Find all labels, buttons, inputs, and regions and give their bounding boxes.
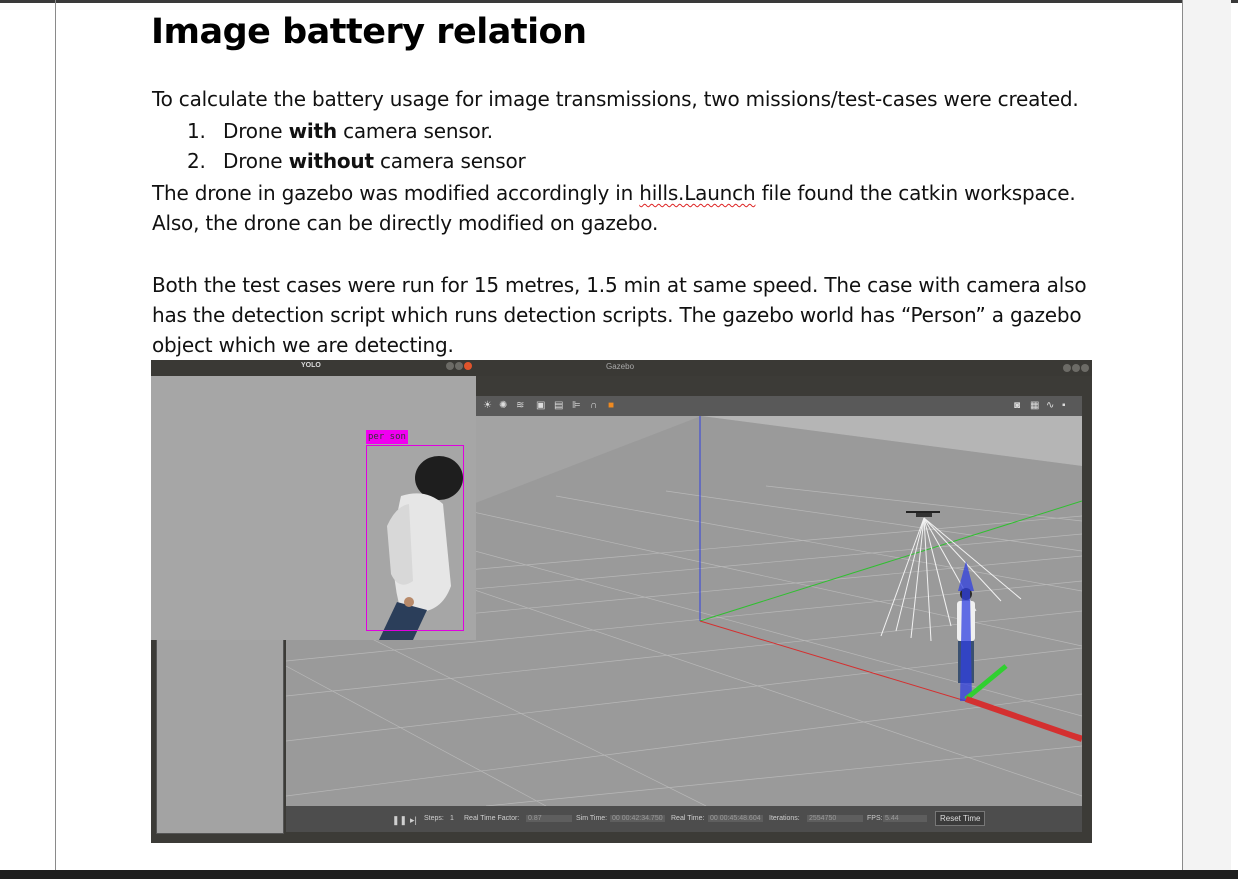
bottom-taskbar-edge [0, 870, 1238, 879]
list-text: Drone [223, 149, 289, 173]
rtf-label: Real Time Factor: [464, 815, 520, 822]
align-icon: ⊫ [572, 400, 581, 411]
paste-icon: ▤ [554, 400, 564, 411]
camera-icon: ◙ [1014, 400, 1021, 411]
page-left-border [55, 0, 56, 870]
paragraph-text: file found the catkin workspace. [755, 181, 1076, 205]
rtf-value: 0.87 [526, 815, 572, 822]
yolo-titlebar: YOLO [151, 360, 476, 376]
plot-icon: ∿ [1046, 400, 1055, 411]
real-time-label: Real Time: [671, 815, 705, 822]
steps-value[interactable]: 1 [450, 815, 454, 822]
section-heading: Image battery relation [151, 12, 587, 52]
copy-icon: ▣ [536, 400, 546, 411]
paragraph-line: Both the test cases were run for 15 metr… [152, 273, 1087, 297]
fps-value: 5.44 [883, 815, 927, 822]
list-text: camera sensor. [336, 119, 493, 143]
step-icon[interactable]: ▸| [410, 815, 417, 826]
sim-time-value: 00 00:42:34.750 [610, 815, 665, 822]
list-item: 1. Drone with camera sensor. [187, 116, 493, 146]
minimize-icon[interactable] [446, 362, 454, 370]
sun-icon: ☀ [483, 400, 492, 411]
paragraph-line: object which we are detecting. [152, 333, 454, 357]
list-text: camera sensor [373, 149, 526, 173]
close-icon [1081, 364, 1089, 372]
list-item: 2. Drone without camera sensor [187, 146, 526, 176]
gazebo-screenshot-figure: Gazebo ☀ ✺ ≋ ▣ ▤ ⊫ ∩ ■ ◙ ▦ ∿ ▪ ❚❚ ▸| Ste… [151, 360, 1092, 843]
list-bold-text: without [288, 149, 374, 173]
maximize-icon [1072, 364, 1080, 372]
light-icon: ✺ [499, 400, 508, 411]
real-time-value: 00 00:45:48.604 [708, 815, 763, 822]
spellcheck-flagged-word[interactable]: hills.Launch [639, 181, 755, 205]
paragraph-line: The drone in gazebo was modified accordi… [152, 178, 1076, 208]
gazebo-window-title: Gazebo [606, 362, 635, 371]
list-text: Drone [223, 119, 289, 143]
list-number: 1. [187, 119, 206, 143]
right-side-strip [1183, 0, 1231, 870]
directional-light-icon: ≋ [516, 400, 525, 411]
paragraph-text: The drone in gazebo was modified accordi… [152, 181, 640, 205]
detection-bounding-box [366, 445, 464, 631]
yolo-window-title: YOLO [301, 362, 321, 369]
list-number: 2. [187, 149, 206, 173]
record-icon: ▦ [1030, 400, 1040, 411]
intro-text: To calculate the battery usage for image… [152, 87, 1079, 111]
select-color-icon: ■ [608, 400, 615, 411]
close-icon[interactable] [464, 362, 472, 370]
gazebo-status-bar: ❚❚ ▸| Steps: 1 Real Time Factor: 0.87 Si… [286, 806, 1082, 832]
maximize-icon[interactable] [455, 362, 463, 370]
minimize-icon [1063, 364, 1071, 372]
paragraph-line: has the detection script which runs dete… [152, 303, 1082, 327]
paragraph-line: Also, the drone can be directly modified… [152, 211, 659, 235]
list-bold-text: with [288, 119, 338, 143]
window-top-edge [0, 0, 1238, 3]
snap-icon: ∩ [590, 400, 598, 411]
sim-time-label: Sim Time: [576, 815, 608, 822]
video-icon: ▪ [1062, 400, 1066, 411]
fps-label: FPS: [867, 815, 883, 822]
detection-label: per son [366, 430, 408, 444]
pause-icon[interactable]: ❚❚ [392, 815, 407, 826]
yolo-window: YOLO per son [151, 360, 476, 640]
iterations-label: Iterations: [769, 815, 800, 822]
steps-label: Steps: [424, 815, 444, 822]
iterations-value: 2554750 [807, 815, 863, 822]
reset-time-button[interactable]: Reset Time [935, 811, 986, 826]
